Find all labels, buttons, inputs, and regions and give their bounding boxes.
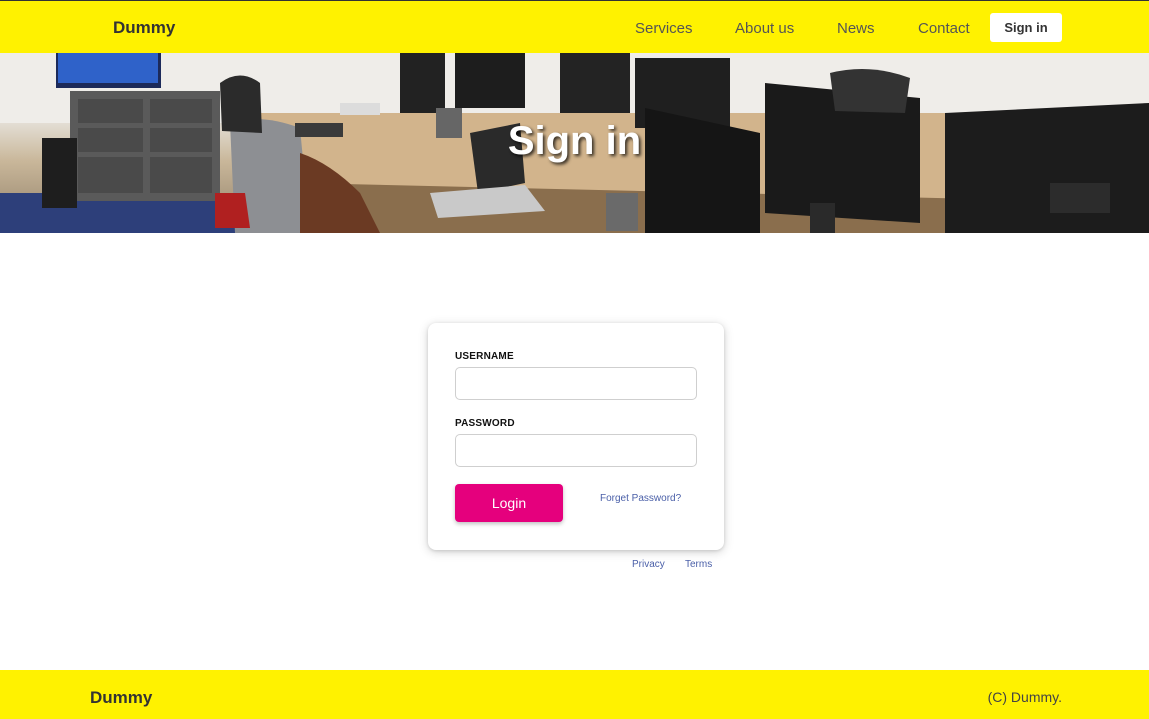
page-title: Sign in bbox=[507, 119, 642, 163]
nav-services-link[interactable]: Services bbox=[635, 20, 693, 37]
nav-about-link[interactable]: About us bbox=[735, 20, 794, 37]
password-label: PASSWORD bbox=[455, 418, 515, 429]
footer: Dummy (C) Dummy. bbox=[0, 670, 1149, 719]
footer-copyright: (C) Dummy. bbox=[987, 689, 1062, 705]
footer-brand: Dummy bbox=[90, 688, 153, 707]
login-button[interactable]: Login bbox=[455, 484, 563, 522]
header-sign-in-button[interactable]: Sign in bbox=[990, 13, 1062, 42]
login-card: USERNAME PASSWORD Login Forget Password? bbox=[428, 323, 724, 550]
hero-banner: Sign in bbox=[0, 53, 1149, 233]
privacy-link[interactable]: Privacy bbox=[632, 559, 665, 570]
username-label: USERNAME bbox=[455, 351, 514, 362]
terms-link[interactable]: Terms bbox=[685, 559, 712, 570]
top-navbar: Dummy Services About us News Contact Sig… bbox=[0, 0, 1149, 53]
nav-contact-link[interactable]: Contact bbox=[918, 20, 970, 37]
brand-logo[interactable]: Dummy bbox=[113, 18, 175, 38]
nav-news-link[interactable]: News bbox=[837, 20, 875, 37]
forgot-password-link[interactable]: Forget Password? bbox=[600, 493, 681, 504]
username-input[interactable] bbox=[455, 367, 697, 400]
password-input[interactable] bbox=[455, 434, 697, 467]
